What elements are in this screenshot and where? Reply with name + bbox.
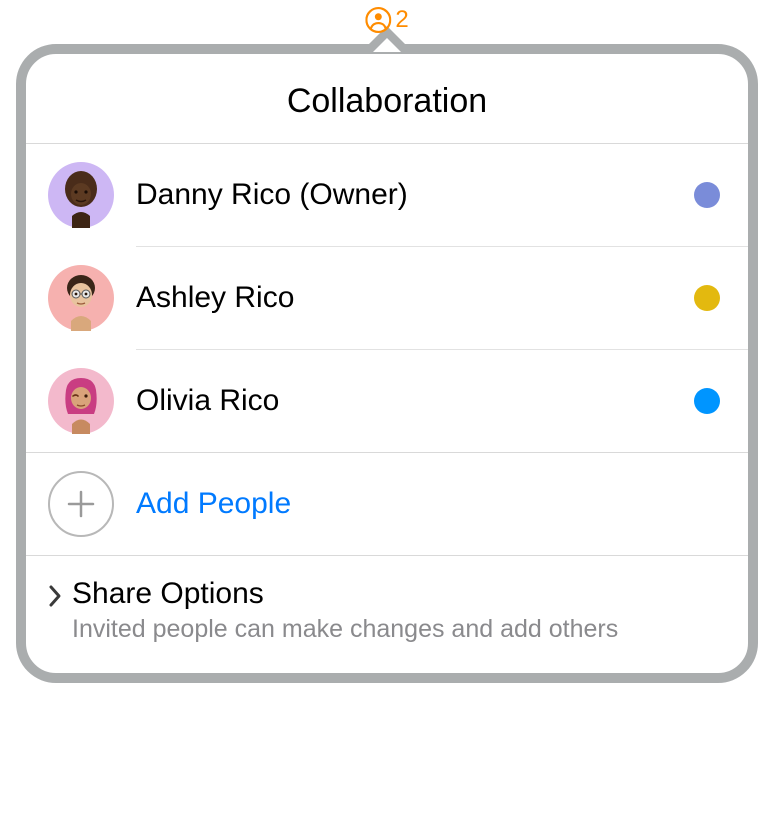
popover-title: Collaboration bbox=[26, 54, 748, 144]
status-dot bbox=[694, 182, 720, 208]
participant-row[interactable]: Ashley Rico bbox=[26, 247, 748, 349]
share-options-subtitle: Invited people can make changes and add … bbox=[72, 613, 720, 647]
avatar bbox=[48, 162, 114, 228]
participant-name: Danny Rico (Owner) bbox=[136, 178, 694, 212]
collaboration-indicator[interactable]: 2 bbox=[365, 6, 408, 34]
add-people-label: Add People bbox=[136, 487, 291, 521]
chevron-right-icon bbox=[48, 574, 72, 608]
popover-caret-inner bbox=[373, 38, 401, 52]
collaboration-popover: Collaboration Danny Rico (Owner) bbox=[16, 44, 758, 683]
add-people-button[interactable]: Add People bbox=[26, 452, 748, 555]
people-icon bbox=[365, 7, 391, 33]
share-options-button[interactable]: Share Options Invited people can make ch… bbox=[26, 555, 748, 673]
participant-row[interactable]: Olivia Rico bbox=[26, 350, 748, 452]
participant-name: Ashley Rico bbox=[136, 281, 694, 315]
plus-icon bbox=[48, 471, 114, 537]
participant-name: Olivia Rico bbox=[136, 384, 694, 418]
avatar bbox=[48, 265, 114, 331]
status-dot bbox=[694, 388, 720, 414]
status-dot bbox=[694, 285, 720, 311]
participant-row[interactable]: Danny Rico (Owner) bbox=[26, 144, 748, 246]
indicator-count: 2 bbox=[395, 6, 408, 34]
avatar bbox=[48, 368, 114, 434]
share-options-title: Share Options bbox=[72, 574, 720, 613]
